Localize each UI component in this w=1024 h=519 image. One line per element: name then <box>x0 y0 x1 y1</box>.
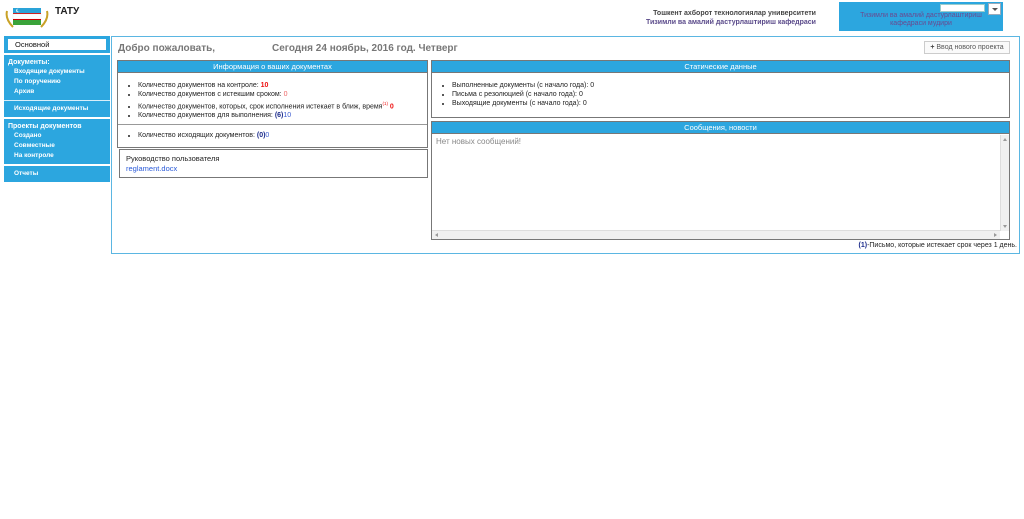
app-title: TATУ <box>55 6 80 17</box>
sidebar-item-main[interactable]: Основной <box>8 39 106 50</box>
messages-area[interactable]: Нет новых сообщений! <box>432 135 1000 228</box>
sidebar-main-wrap: Основной <box>4 36 110 53</box>
scroll-right-icon[interactable] <box>994 233 997 237</box>
main-panel: Добро пожаловать, Сегодня 24 ноябрь, 201… <box>111 36 1020 254</box>
expired-label: Количество документов с истекшим сроком: <box>138 91 282 98</box>
user-role-line-2: кафедраси мудири <box>890 20 952 27</box>
vertical-scrollbar[interactable] <box>1000 135 1009 231</box>
sidebar: Основной Документы: Входящие документы П… <box>4 36 110 182</box>
expiring-footnote-mark: (1) <box>382 101 388 106</box>
user-guide-panel: Руководство пользователя reglament.docx <box>119 149 428 178</box>
outgoing-info: Количество исходящих документов: (0)0 <box>118 129 427 140</box>
scroll-down-icon[interactable] <box>1003 225 1007 228</box>
outgoing-info-list: Количество исходящих документов: (0)0 <box>118 129 427 140</box>
sidebar-item-on-control[interactable]: На контроле <box>4 151 110 161</box>
sidebar-item-outgoing[interactable]: Исходящие документы <box>4 104 110 114</box>
list-item: Выполненные документы (с начало года): 0 <box>452 81 1009 90</box>
resolution-label: Письма с резолюцией (с начало года): <box>452 91 578 98</box>
footnote: (1)-Письмо, которые истекает срок через … <box>859 242 1018 249</box>
sidebar-projects-block: Проекты документов Создано Совместные На… <box>4 119 110 164</box>
messages-title: Сообщения, новости <box>432 122 1009 134</box>
messages-panel: Сообщения, новости Нет новых сообщений! <box>431 121 1010 240</box>
statistics-panel: Статические данные Выполненные документы… <box>431 60 1010 118</box>
documents-info-list: Количество документов на контроле: 10 Ко… <box>118 73 427 120</box>
divider <box>118 124 427 125</box>
user-select-field[interactable] <box>940 4 985 12</box>
sidebar-documents-block: Документы: Входящие документы По поручен… <box>4 55 110 117</box>
on-control-count[interactable]: 10 <box>261 82 269 89</box>
list-item: Количество документов для выполнения: (6… <box>138 111 427 120</box>
statistics-title: Статические данные <box>432 61 1009 73</box>
university-logo <box>5 5 49 29</box>
expiring-count[interactable]: 0 <box>390 103 394 110</box>
user-box: Тизимли ва амалий дастурлаштириш кафедра… <box>839 2 1003 31</box>
current-date: Сегодня 24 ноябрь, 2016 год. Четверг <box>272 43 458 54</box>
user-role-line-1: Тизимли ва амалий дастурлаштириш <box>860 12 982 19</box>
plus-icon: + <box>930 44 935 51</box>
list-item: Выходящие документы (с начало года): 0 <box>452 99 1009 108</box>
horizontal-scrollbar[interactable] <box>432 230 1000 239</box>
on-control-label: Количество документов на контроле: <box>138 82 259 89</box>
organization-name: Тошкент ахборот технологиялар университе… <box>620 9 816 27</box>
sidebar-item-joint[interactable]: Совместные <box>4 141 110 151</box>
outgoing-label: Количество исходящих документов: <box>138 132 255 139</box>
sidebar-heading-documents: Документы: <box>8 59 50 66</box>
outgoing-year-count: 0 <box>582 100 587 107</box>
new-project-label: Ввод нового проекта <box>936 44 1004 51</box>
outgoing-year-label: Выходящие документы (с начало года): <box>452 100 581 107</box>
list-item: Количество документов с истекшим сроком:… <box>138 90 427 99</box>
footnote-mark: (1) <box>858 242 868 249</box>
expired-count[interactable]: 0 <box>284 91 288 98</box>
user-guide-title: Руководство пользователя <box>126 154 220 163</box>
documents-info-title: Информация о ваших документах <box>118 61 427 73</box>
user-role: Тизимли ва амалий дастурлаштириш кафедра… <box>839 12 1003 28</box>
org-line-1: Тошкент ахборот технологиялар университе… <box>653 10 816 17</box>
sidebar-item-by-order[interactable]: По поручению <box>4 77 110 87</box>
list-item: Количество документов на контроле: 10 <box>138 81 427 90</box>
done-count: 0 <box>590 82 595 89</box>
done-label: Выполненные документы (с начало года): <box>452 82 589 89</box>
user-guide-file-link[interactable]: reglament.docx <box>126 164 421 174</box>
to-execute-label: Количество документов для выполнения: <box>138 112 273 120</box>
scroll-up-icon[interactable] <box>1003 138 1007 141</box>
sidebar-item-incoming[interactable]: Входящие документы <box>4 67 110 77</box>
resolution-count: 0 <box>578 91 583 98</box>
sidebar-heading-projects[interactable]: Проекты документов <box>4 122 110 131</box>
scroll-left-icon[interactable] <box>435 233 438 237</box>
footnote-text: -Письмо, которые истекает срок через 1 д… <box>867 242 1017 249</box>
list-item: Письма с резолюцией (с начало года): 0 <box>452 90 1009 99</box>
list-item: Количество исходящих документов: (0)0 <box>138 131 427 140</box>
statistics-list: Выполненные документы (с начало года): 0… <box>432 73 1009 108</box>
expiring-label: Количество документов, которых, срок исп… <box>138 103 383 111</box>
list-item: Количество документов, которых, срок исп… <box>138 99 427 111</box>
sidebar-item-reports[interactable]: Отчеты <box>4 169 110 179</box>
new-project-button[interactable]: + Ввод нового проекта <box>924 41 1010 54</box>
org-line-2: Тизимли ва амалий дастурлаштириш кафедра… <box>645 19 816 26</box>
to-execute-count[interactable]: 10 <box>283 112 291 119</box>
sidebar-item-archive[interactable]: Архив <box>4 87 110 97</box>
sidebar-reports-block: Отчеты <box>4 166 110 182</box>
outgoing-count[interactable]: 0 <box>265 132 269 139</box>
documents-info-panel: Информация о ваших документах Количество… <box>117 60 428 148</box>
welcome-text: Добро пожаловать, <box>118 43 216 54</box>
sidebar-divider <box>4 97 110 101</box>
sidebar-item-created[interactable]: Создано <box>4 131 110 141</box>
